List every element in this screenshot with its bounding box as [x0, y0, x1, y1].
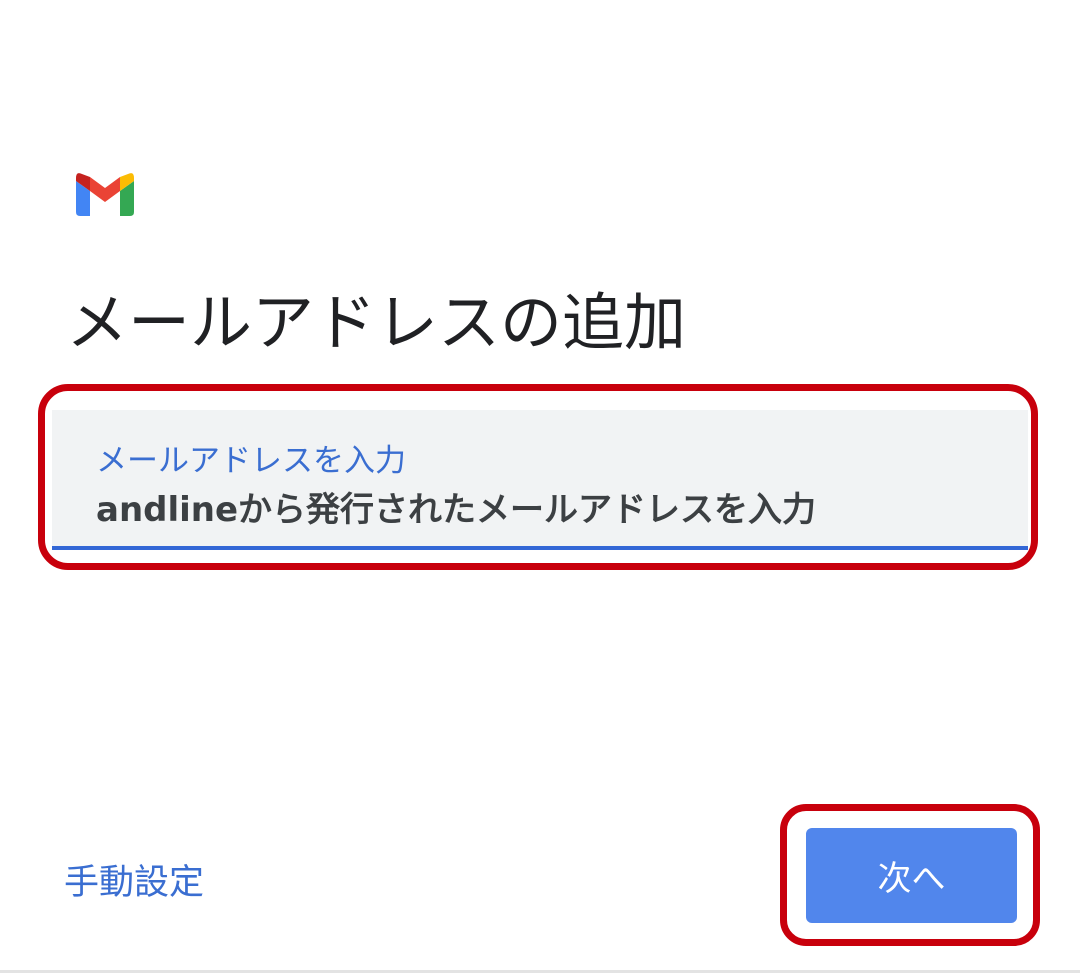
email-field-value[interactable]: andlineから発行されたメールアドレスを入力	[96, 482, 816, 531]
email-field[interactable]: メールアドレスを入力 andlineから発行されたメールアドレスを入力	[52, 410, 1028, 550]
page-title: メールアドレスの追加	[66, 286, 687, 359]
email-field-label: メールアドレスを入力	[96, 443, 406, 479]
gmail-icon	[76, 173, 134, 216]
next-button[interactable]: 次へ	[806, 828, 1017, 923]
manual-setup-link[interactable]: 手動設定	[64, 854, 204, 905]
add-email-screen: メールアドレスの追加 メールアドレスを入力 andlineから発行されたメールア…	[0, 0, 1080, 973]
